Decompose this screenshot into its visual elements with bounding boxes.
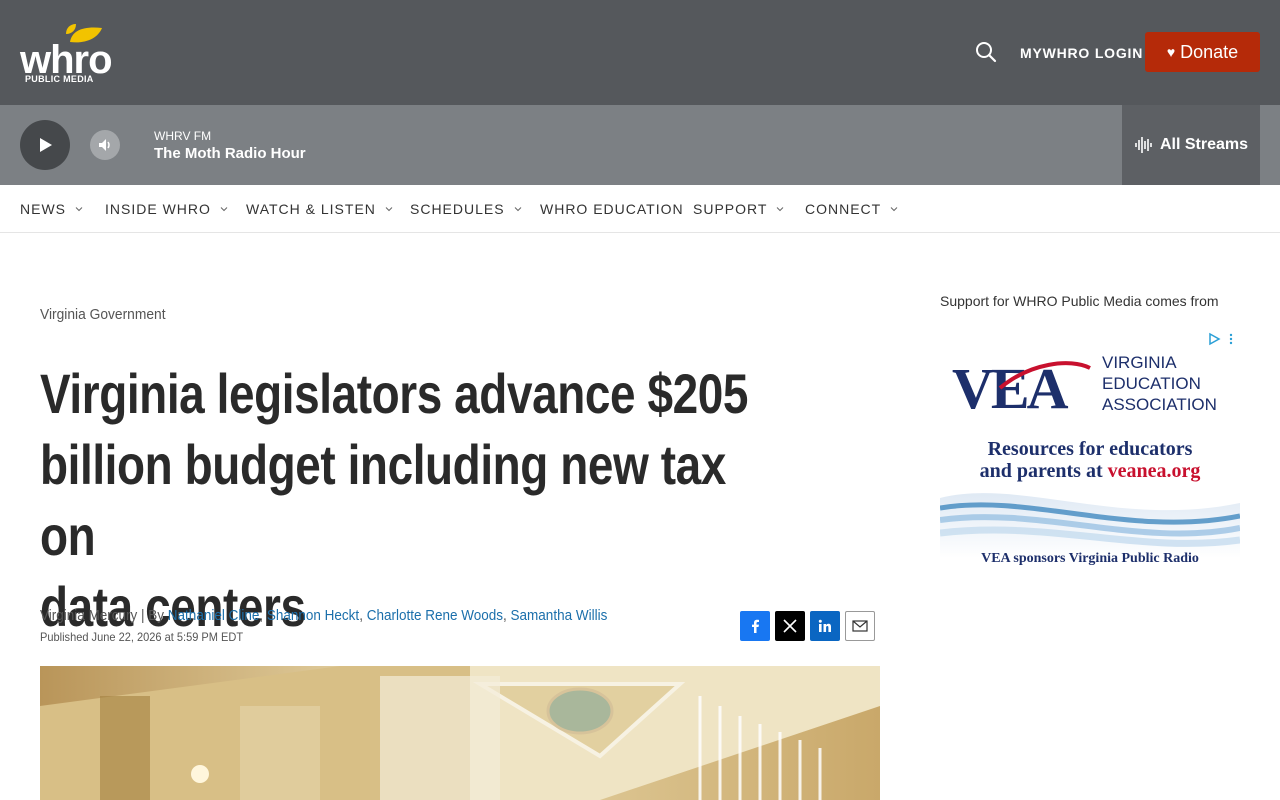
publish-date: Published June 22, 2026 at 5:59 PM EDT (40, 630, 244, 644)
chevron-down-icon (777, 207, 784, 212)
org-line: ASSOCIATION (1102, 395, 1217, 414)
share-x-button[interactable] (775, 611, 805, 641)
org-line: VIRGINIA (1102, 353, 1177, 372)
author-link[interactable]: Charlotte Rene Woods (367, 607, 503, 624)
nav-label: INSIDE WHRO (105, 201, 211, 217)
share-email-button[interactable] (845, 611, 875, 641)
whro-logo[interactable]: whro PUBLIC MEDIA (20, 20, 113, 88)
login-link[interactable]: MYWHRO LOGIN (1020, 45, 1143, 61)
byline-source: Virginia Mercury | By (40, 607, 168, 624)
chevron-down-icon (514, 207, 521, 212)
headline-line: Virginia legislators advance $205 (40, 362, 748, 425)
headline-line: billion budget including new tax on (40, 433, 726, 567)
nav-label: SUPPORT (693, 201, 768, 217)
sponsor-label: Support for WHRO Public Media comes from (940, 293, 1219, 309)
search-button[interactable] (975, 41, 999, 65)
audio-player-bar: WHRV FM The Moth Radio Hour (0, 105, 1280, 185)
ad-tagline: Resources for educators and parents at v… (940, 438, 1240, 482)
share-facebook-button[interactable] (740, 611, 770, 641)
author-separator: , (359, 607, 367, 624)
nav-item-inside-whro[interactable]: INSIDE WHRO (105, 201, 228, 217)
main-nav: NEWS INSIDE WHRO WATCH & LISTEN SCHEDULE… (0, 185, 1280, 233)
facebook-icon (752, 619, 759, 633)
volume-button[interactable] (90, 130, 120, 160)
search-icon (976, 42, 997, 63)
site-header: whro PUBLIC MEDIA MYWHRO LOGIN ♥ Donate (0, 0, 1280, 105)
vea-org-name: VIRGINIA EDUCATION ASSOCIATION (1102, 352, 1217, 415)
author-separator: , (259, 607, 267, 624)
org-line: EDUCATION (1102, 374, 1201, 393)
logo-subtitle: PUBLIC MEDIA (25, 74, 94, 84)
nav-item-connect[interactable]: CONNECT (805, 201, 898, 217)
article-category[interactable]: Virginia Government (40, 306, 166, 323)
nav-item-watch-listen[interactable]: WATCH & LISTEN (246, 201, 393, 217)
author-link[interactable]: Shannon Heckt (267, 607, 359, 624)
tagline-text: and parents at (979, 460, 1108, 482)
capitol-interior-image (40, 666, 880, 800)
author-separator: , (503, 607, 511, 624)
station-name: WHRV FM (154, 129, 212, 143)
x-icon (783, 619, 797, 633)
article-headline: Virginia legislators advance $205 billio… (40, 358, 762, 642)
nav-label: NEWS (20, 201, 66, 217)
nav-item-whro-education[interactable]: WHRO EDUCATION (540, 201, 684, 217)
tagline-line: Resources for educators (987, 438, 1193, 460)
audio-wave-icon (1135, 137, 1152, 153)
volume-icon (99, 139, 110, 151)
program-title: The Moth Radio Hour (154, 145, 306, 162)
linkedin-icon (818, 619, 831, 632)
email-icon (852, 620, 868, 632)
chevron-down-icon (385, 207, 393, 212)
nav-item-news[interactable]: NEWS (20, 201, 83, 217)
nav-label: WATCH & LISTEN (246, 201, 376, 217)
all-streams-button[interactable]: All Streams (1122, 105, 1260, 185)
donate-label: Donate (1180, 41, 1239, 62)
nav-label: CONNECT (805, 201, 882, 217)
ad-footer: VEA sponsors Virginia Public Radio (981, 551, 1199, 566)
ad-url: veanea.org (1107, 460, 1201, 482)
tagline-line: and parents at veanea.org (940, 460, 1240, 482)
nav-label: SCHEDULES (410, 201, 505, 217)
donate-button[interactable]: ♥ Donate (1145, 32, 1260, 72)
nav-item-support[interactable]: SUPPORT (693, 201, 784, 217)
nav-item-schedules[interactable]: SCHEDULES (410, 201, 522, 217)
all-streams-label: All Streams (1159, 136, 1249, 153)
nav-label: WHRO EDUCATION (540, 201, 684, 217)
chevron-down-icon (75, 207, 83, 212)
sponsor-ad[interactable]: VEA VIRGINIA EDUCATION ASSOCIATION Resou… (940, 328, 1240, 580)
chevron-down-icon (220, 207, 228, 212)
article-hero-image (40, 666, 880, 800)
chevron-down-icon (890, 207, 898, 212)
play-icon (40, 138, 52, 152)
author-link[interactable]: Samantha Willis (511, 607, 608, 624)
heart-icon: ♥ (1166, 44, 1176, 60)
share-linkedin-button[interactable] (810, 611, 840, 641)
author-link[interactable]: Nathaniel Cline (168, 607, 260, 624)
play-button[interactable] (20, 120, 70, 170)
byline: Virginia Mercury | By Nathaniel Cline, S… (40, 607, 607, 624)
